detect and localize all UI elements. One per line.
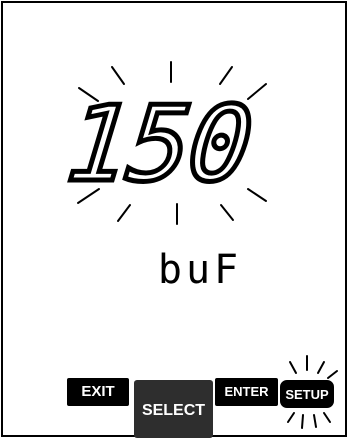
blink-ray <box>313 414 317 428</box>
enter-button[interactable]: ENTER <box>215 378 278 406</box>
exit-button[interactable]: EXIT <box>67 378 129 406</box>
blink-ray <box>117 204 131 222</box>
blink-ray <box>317 361 325 374</box>
blink-ray <box>323 412 331 423</box>
unit-label: buF <box>158 247 242 293</box>
blink-ray <box>287 412 295 423</box>
blink-ray <box>301 414 304 429</box>
blink-ray <box>219 66 233 85</box>
setup-button[interactable]: SETUP <box>280 380 334 408</box>
blink-ray <box>247 188 267 202</box>
blink-ray <box>327 370 338 379</box>
select-button[interactable]: SELECT <box>134 380 213 438</box>
blink-ray <box>289 361 297 374</box>
blink-ray <box>220 204 234 221</box>
main-value-readout: 150 <box>62 83 257 205</box>
lcd-screen: 150 buF <box>59 61 338 429</box>
blink-ray <box>111 66 125 85</box>
